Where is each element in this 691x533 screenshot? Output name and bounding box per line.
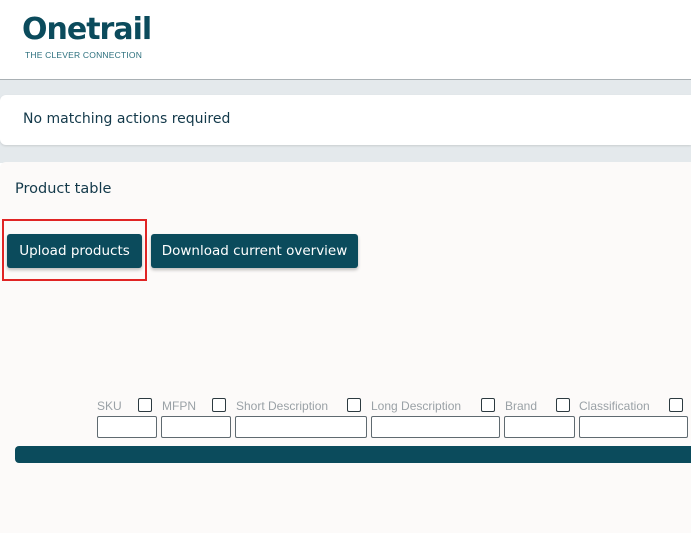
- filter-checkbox-mfpn[interactable]: [212, 398, 226, 412]
- download-overview-button[interactable]: Download current overview: [151, 234, 358, 268]
- filter-input-short-description[interactable]: [235, 416, 367, 438]
- filter-input-long-description[interactable]: [371, 416, 500, 438]
- upload-products-button[interactable]: Upload products: [7, 234, 142, 268]
- filter-label-long-description: Long Description: [371, 399, 462, 413]
- filter-label-brand: Brand: [505, 399, 538, 413]
- filter-checkbox-long-description[interactable]: [481, 398, 495, 412]
- filter-label-short-description: Short Description: [236, 399, 329, 413]
- filter-input-mfpn[interactable]: [161, 416, 231, 438]
- filter-label-classification: Classification: [579, 399, 650, 413]
- column-filters: SKU MFPN Short Description Long Descript…: [0, 397, 691, 442]
- filter-label-sku: SKU: [97, 399, 122, 413]
- app-header: Onetrail THE CLEVER CONNECTION: [0, 0, 691, 80]
- filter-checkbox-sku[interactable]: [138, 398, 152, 412]
- product-table-card: Product table Upload products Download c…: [0, 162, 691, 533]
- onetrail-logo[interactable]: Onetrail THE CLEVER CONNECTION: [22, 12, 152, 61]
- logo-tagline: THE CLEVER CONNECTION: [25, 50, 143, 60]
- filter-checkbox-classification[interactable]: [669, 398, 683, 412]
- product-table-title: Product table: [15, 181, 112, 197]
- filter-input-sku[interactable]: [97, 416, 157, 438]
- product-table-header: [15, 446, 691, 463]
- filter-label-mfpn: MFPN: [162, 399, 196, 413]
- filter-checkbox-short-description[interactable]: [347, 398, 361, 412]
- filter-input-brand[interactable]: [504, 416, 575, 438]
- filter-input-classification[interactable]: [579, 416, 688, 438]
- actions-notice-text: No matching actions required: [23, 111, 231, 127]
- logo-wordmark: Onetrail: [22, 12, 152, 47]
- filter-checkbox-brand[interactable]: [556, 398, 570, 412]
- actions-notice-card: No matching actions required: [0, 95, 691, 145]
